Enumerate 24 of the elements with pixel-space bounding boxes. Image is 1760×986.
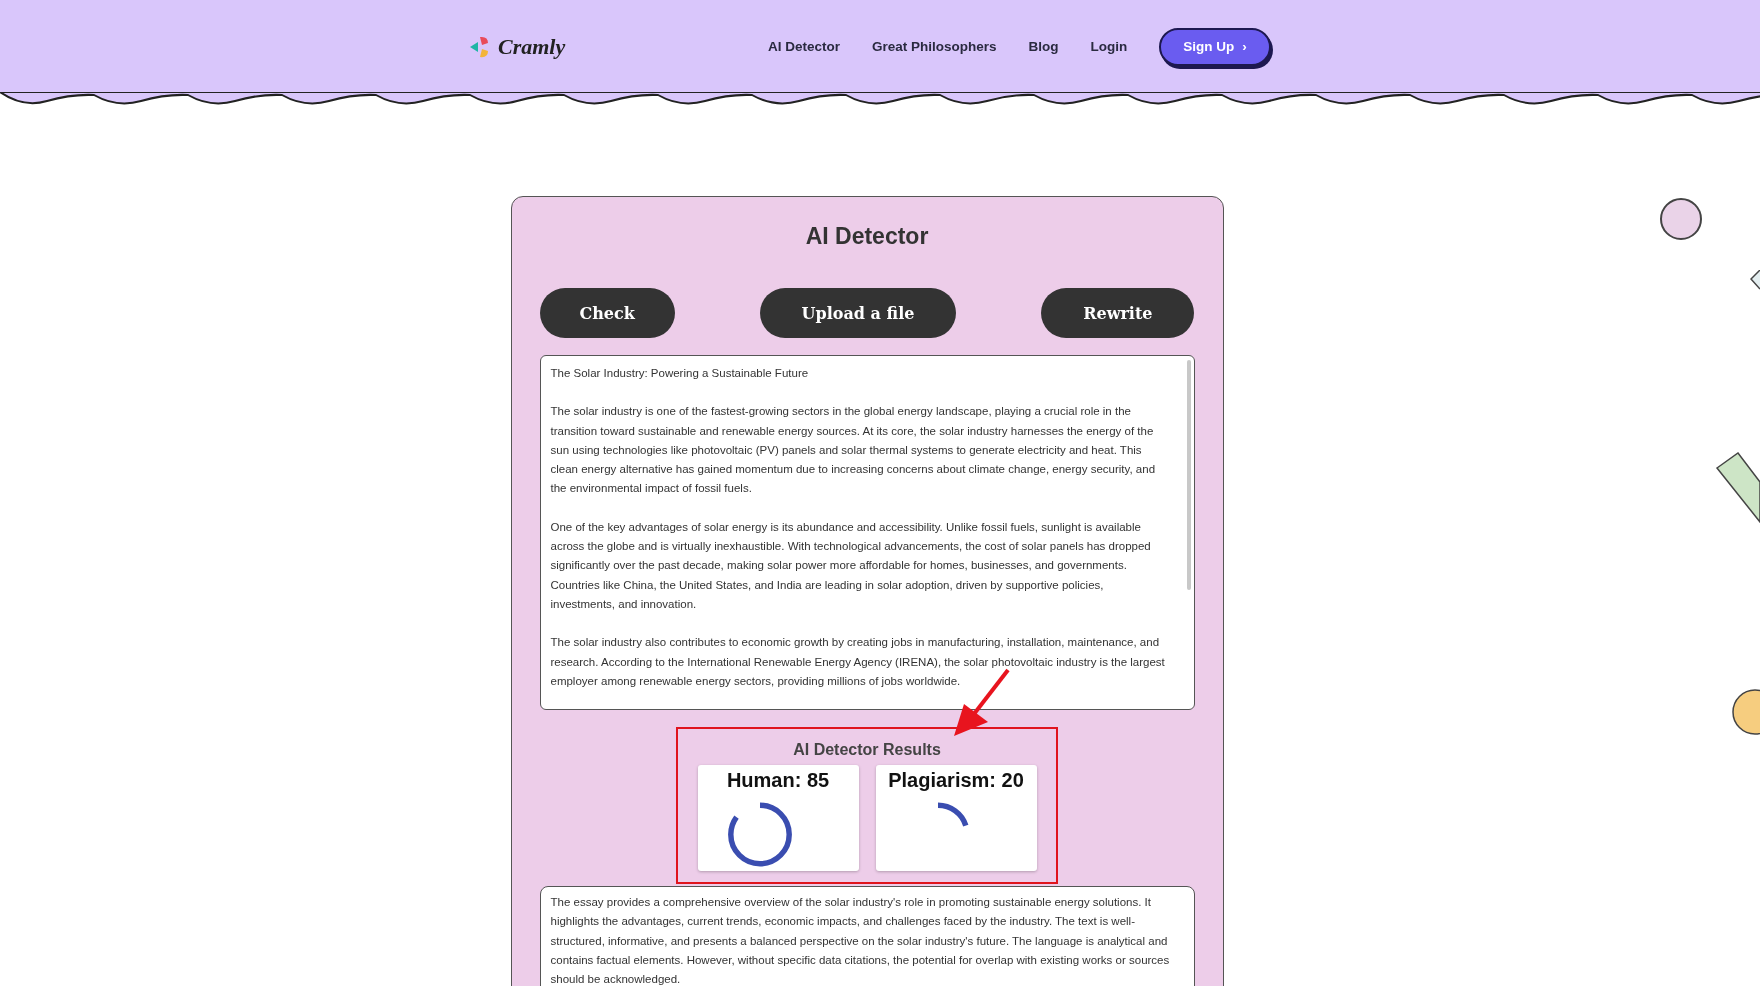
action-button[interactable]: Check [539,288,675,338]
circle-decoration [1660,198,1702,240]
essay-paragraph: One of the key advantages of solar energy is its abundance and accessibility. Unlike fossil fuels, sunlight is available across the globe and is virtually inexhaustible. With technological advancements, the cost of solar panels has dropped significantly over the past decade, making solar power more affordable for homes, businesses, and governments. Countries like China, the United States, and India are leading in solar adoption, driven by supportive policies, investments, and innovation. [550,519,1152,612]
nav-link[interactable]: AI Detector [768,39,840,54]
essay-paragraph: The Solar Industry: Powering a Sustainable Future [550,366,810,381]
shape-decoration [1750,270,1760,290]
action-button[interactable]: Rewrite [1041,288,1195,338]
results-title: AI Detector Results [793,741,941,759]
bar-decoration [1716,452,1760,524]
logo-text[interactable]: Cramly [498,33,566,60]
score-label: Human: 85 [726,769,830,792]
action-button[interactable]: Upload a file [759,288,957,338]
essay-paragraph: The solar industry is one of the fastest-growing sectors in the global energy landscape, playing a crucial role in the transition toward sustainable and renewable energy sources. At its core, the solar industry harnesses the energy of the sun using technologies like photovoltaic (PV) panels and solar thermal systems to generate electricity and heat. This clean energy alternative has gained momentum due to increasing concerns about climate change, energy security, and the environmental impact of fossil fuels. [550,404,1157,497]
score-label: Plagiarism: 20 [888,769,1024,792]
essay-paragraph: The solar industry also contributes to economic growth by creating jobs in manufacturing, installation, maintenance, and research. According to the International Renewable Energy Agency (IRENA), the solar photovoltaic industry is the largest employer among renewable energy sectors, providing millions of jobs worldwide. [550,635,1166,689]
circle-decoration [1732,689,1760,735]
sign-up-button[interactable]: Sign Up › [1159,27,1271,66]
nav-link[interactable]: Blog [1028,39,1059,54]
nav-link[interactable]: Great Philosophers [872,39,997,54]
card-title: AI Detector [805,223,929,250]
essay-field[interactable] [539,355,1195,710]
scrollbar[interactable] [1186,360,1191,590]
nav-link[interactable]: Login [1090,39,1128,54]
summary-text: The essay provides a comprehensive overview of the solar industry's role in promoting sustainable energy solutions. It highlights the advantages, current trends, economic impacts, and challenges faced by the industry. The text is well-structured, informative, and presents a balanced perspective on the solar industry's future. The language is analytical and contains factual elements. However, without specific data citations, the potential for overlap with existing works or sources should be acknowledged. [550,895,1171,986]
